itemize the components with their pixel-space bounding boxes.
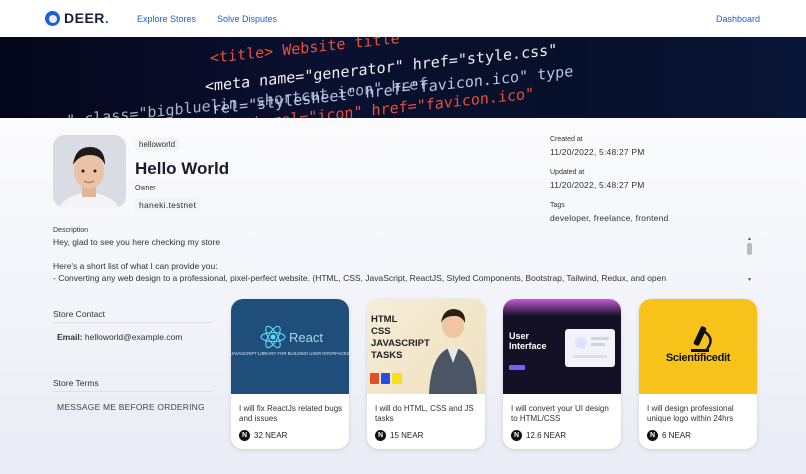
near-icon: N <box>647 430 658 441</box>
deer-logo-icon <box>45 10 60 26</box>
gig-card-title[interactable]: I will fix ReactJs related bugs and issu… <box>239 404 345 424</box>
gig-card-image: React JAVASCRIPT LIBRARY FOR BUILDING US… <box>231 299 349 394</box>
react-tagline: JAVASCRIPT LIBRARY FOR BUILDING USER INT… <box>231 351 349 356</box>
gig-card-image: User Interface <box>503 299 621 394</box>
description-text[interactable]: Hey, glad to see you here checking my st… <box>53 236 743 284</box>
near-icon: N <box>239 430 250 441</box>
divider <box>53 322 213 323</box>
logo-text: DEER. <box>64 10 110 26</box>
store-contact-title: Store Contact <box>53 309 105 319</box>
near-icon: N <box>511 430 522 441</box>
updated-label: Updated at <box>550 169 585 176</box>
email-value[interactable]: helloworld@example.com <box>85 332 182 342</box>
gig-card-title[interactable]: I will convert your UI design to HTML/CS… <box>511 404 617 424</box>
created-value: 11/20/2022, 5:48:27 PM <box>550 147 645 157</box>
gig-card[interactable]: HTML CSS JAVASCRIPT TASKS I will do HTML… <box>367 299 485 449</box>
owner-label: Owner <box>135 185 156 192</box>
updated-value: 11/20/2022, 5:48:27 PM <box>550 180 645 190</box>
gig-card-price: N 15 NEAR <box>375 430 423 441</box>
gig-card-image: HTML CSS JAVASCRIPT TASKS <box>367 299 485 394</box>
nav-dashboard[interactable]: Dashboard <box>716 14 760 24</box>
store-terms-text: MESSAGE ME BEFORE ORDERING <box>57 402 205 412</box>
gig-card[interactable]: React JAVASCRIPT LIBRARY FOR BUILDING US… <box>231 299 349 449</box>
gig-card-title[interactable]: I will do HTML, CSS and JS tasks <box>375 404 481 424</box>
store-terms-title: Store Terms <box>53 378 99 388</box>
gig-card-price: N 12.6 NEAR <box>511 430 566 441</box>
tags-label: Tags <box>550 202 565 209</box>
deer-logo[interactable]: DEER. <box>45 10 109 26</box>
top-navbar: DEER. Explore Stores Solve Disputes Dash… <box>0 0 806 37</box>
near-icon: N <box>375 430 386 441</box>
store-name: Hello World <box>135 159 230 178</box>
gig-card-price: N6 NEAR <box>647 430 691 441</box>
microscope-icon <box>691 326 712 352</box>
scroll-up-icon[interactable]: ▲ <box>746 237 753 242</box>
divider <box>53 391 213 392</box>
store-banner-image: <title> Website title <meta name="genera… <box>0 37 806 118</box>
tags-value: developer, freelance, frontend <box>550 213 669 223</box>
store-handle: helloworld <box>135 138 180 151</box>
gig-card[interactable]: User Interface I will convert your UI de… <box>503 299 621 449</box>
created-label: Created at <box>550 136 583 143</box>
gig-card[interactable]: Scientificedit I will design professiona… <box>639 299 757 449</box>
scientificedit-logo-text: Scientificedit <box>665 352 731 364</box>
gig-card-image: Scientificedit <box>639 299 757 394</box>
contact-email: Email: helloworld@example.com <box>57 332 182 342</box>
gig-card-title[interactable]: I will design professional unique logo w… <box>647 404 753 424</box>
email-label: Email: <box>57 332 83 342</box>
scroll-thumb[interactable] <box>747 243 752 255</box>
gig-card-price: N 32 NEAR <box>239 430 287 441</box>
react-logo-text: React <box>289 330 323 345</box>
description-scrollbar[interactable]: ▲ ▼ <box>746 237 753 283</box>
description-label: Description <box>53 227 89 234</box>
nav-explore-stores[interactable]: Explore Stores <box>137 14 196 24</box>
store-avatar <box>53 135 126 208</box>
store-owner: haneki.testnet <box>135 198 201 212</box>
scroll-down-icon[interactable]: ▼ <box>746 278 753 283</box>
nav-solve-disputes[interactable]: Solve Disputes <box>217 14 277 24</box>
